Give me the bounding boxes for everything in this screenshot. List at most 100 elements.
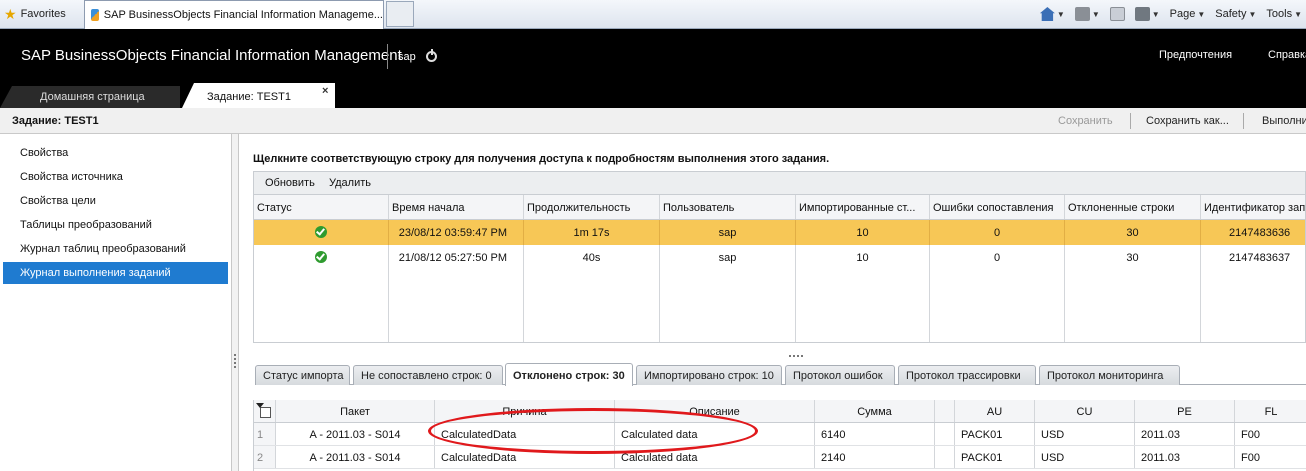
star-icon: ★ bbox=[4, 5, 17, 22]
au-cell: PACK01 bbox=[955, 423, 1035, 445]
app-title: SAP BusinessObjects Financial Informatio… bbox=[21, 47, 402, 64]
sidebar-item-mapping-log[interactable]: Журнал таблиц преобразований bbox=[3, 238, 228, 260]
home-button[interactable]: ▼ bbox=[1039, 7, 1065, 21]
fl-cell: F00 bbox=[1241, 452, 1260, 464]
feeds-button[interactable]: ▼ bbox=[1074, 7, 1100, 21]
rejected-rows-grid: Пакет Причина Описание Сумма AU CU PE FL… bbox=[253, 400, 1306, 471]
sidebar-item-properties[interactable]: Свойства bbox=[3, 142, 228, 164]
grid-column-filler bbox=[524, 270, 660, 342]
tab-trace-log[interactable]: Протокол трассировки bbox=[898, 365, 1036, 385]
sidebar-item-job-run-log[interactable]: Журнал выполнения заданий bbox=[3, 262, 228, 284]
logoff-icon[interactable] bbox=[426, 49, 437, 62]
grip-icon bbox=[234, 354, 236, 368]
table-row[interactable]: 23/08/12 03:59:47 PM 1m 17s sap 10 0 30 … bbox=[254, 220, 1305, 245]
success-icon bbox=[315, 251, 327, 264]
column-header-blank[interactable] bbox=[935, 400, 955, 422]
table-row[interactable]: 2 A - 2011.03 - S014 CalculatedData Calc… bbox=[254, 446, 1306, 469]
grid-column-filler bbox=[930, 270, 1065, 342]
column-header-fl[interactable]: FL bbox=[1235, 400, 1306, 422]
favorites-button[interactable]: ★ Favorites bbox=[0, 0, 84, 28]
tab-monitoring-log[interactable]: Протокол мониторинга bbox=[1039, 365, 1180, 385]
user-name: sap bbox=[398, 51, 416, 63]
detail-tabs: Статус импорта Не сопоставлено строк: 0 … bbox=[255, 363, 1306, 386]
start-time-cell: 21/08/12 05:27:50 PM bbox=[389, 245, 524, 270]
column-header-duration[interactable]: Продолжительность bbox=[524, 195, 660, 219]
preferences-link[interactable]: Предпочтения bbox=[1159, 49, 1232, 61]
tab-rejected-rows[interactable]: Отклонено строк: 30 bbox=[505, 363, 633, 386]
column-header-errors[interactable]: Ошибки сопоставления bbox=[930, 195, 1065, 219]
home-icon bbox=[1039, 7, 1055, 21]
column-header-au[interactable]: AU bbox=[955, 400, 1035, 422]
column-chooser-icon[interactable] bbox=[256, 403, 271, 418]
favorites-label: Favorites bbox=[20, 8, 66, 20]
sidebar-item-target-properties[interactable]: Свойства цели bbox=[3, 190, 228, 212]
chevron-down-icon: ▼ bbox=[1248, 9, 1257, 19]
column-header-start-time[interactable]: Время начала bbox=[389, 195, 524, 219]
save-button[interactable]: Сохранить bbox=[1058, 115, 1113, 127]
sidebar-item-mapping-tables[interactable]: Таблицы преобразований bbox=[3, 214, 228, 236]
run-history-grid: Статус Время начала Продолжительность По… bbox=[253, 195, 1306, 343]
success-icon bbox=[315, 226, 327, 239]
page-menu-label: Page bbox=[1169, 8, 1196, 20]
tab-import-status[interactable]: Статус импорта bbox=[255, 365, 350, 385]
column-header-cu[interactable]: CU bbox=[1035, 400, 1135, 422]
printer-icon bbox=[1134, 7, 1150, 21]
errors-cell: 0 bbox=[930, 220, 1065, 245]
page-title: Задание: TEST1 bbox=[12, 115, 99, 127]
row-number: 2 bbox=[254, 446, 276, 468]
grid-header-row: Пакет Причина Описание Сумма AU CU PE FL bbox=[254, 400, 1306, 423]
grid-column-filler bbox=[660, 270, 796, 342]
status-cell bbox=[254, 245, 389, 270]
grid-empty-area bbox=[254, 270, 1305, 342]
table-row[interactable]: 21/08/12 05:27:50 PM 40s sap 10 0 30 214… bbox=[254, 245, 1305, 270]
tools-menu[interactable]: Tools ▼ bbox=[1266, 8, 1302, 20]
help-link[interactable]: Справка bbox=[1268, 49, 1306, 61]
column-header-pe[interactable]: PE bbox=[1135, 400, 1235, 422]
grid-toolbar: Обновить Удалить bbox=[253, 171, 1306, 195]
browser-tab[interactable]: SAP BusinessObjects Financial Informatio… bbox=[84, 0, 384, 29]
column-header-description[interactable]: Описание bbox=[615, 400, 815, 422]
refresh-button[interactable]: Обновить bbox=[265, 177, 315, 189]
column-header-packet[interactable]: Пакет bbox=[276, 400, 435, 422]
safety-menu[interactable]: Safety ▼ bbox=[1215, 8, 1256, 20]
sap-favicon-icon bbox=[91, 9, 99, 21]
column-header-imported[interactable]: Импортированные ст... bbox=[796, 195, 930, 219]
reason-cell: CalculatedData bbox=[435, 446, 615, 468]
tab-imported-rows[interactable]: Импортировано строк: 10 bbox=[636, 365, 782, 385]
new-tab-button[interactable] bbox=[386, 1, 414, 27]
column-header-status[interactable]: Статус bbox=[254, 195, 389, 219]
run-button[interactable]: Выполнить bbox=[1262, 115, 1306, 127]
chevron-down-icon: ▼ bbox=[1056, 9, 1065, 19]
tab-task-test1[interactable]: Задание: TEST1 bbox=[182, 83, 335, 108]
column-header-rejected[interactable]: Отклоненные строки bbox=[1065, 195, 1201, 219]
blank-cell bbox=[935, 446, 955, 468]
sidebar-item-source-properties[interactable]: Свойства источника bbox=[3, 166, 228, 188]
column-header-reason[interactable]: Причина bbox=[435, 400, 615, 422]
column-header-id[interactable]: Идентификатор зап bbox=[1201, 195, 1305, 219]
fl-cell: F00 bbox=[1241, 429, 1260, 441]
grid-column-filler bbox=[796, 270, 930, 342]
horizontal-splitter[interactable] bbox=[789, 355, 803, 357]
toolbar-divider bbox=[1243, 113, 1244, 129]
header-divider bbox=[387, 44, 388, 69]
save-as-button[interactable]: Сохранить как... bbox=[1146, 115, 1229, 127]
column-header-amount[interactable]: Сумма bbox=[815, 400, 935, 422]
description-cell: Calculated data bbox=[615, 446, 815, 468]
column-header-user[interactable]: Пользователь bbox=[660, 195, 796, 219]
page-menu[interactable]: Page ▼ bbox=[1170, 8, 1206, 20]
tab-error-log[interactable]: Протокол ошибок bbox=[785, 365, 895, 385]
row-number: 1 bbox=[254, 423, 276, 445]
tab-home[interactable]: Домашняя страница bbox=[0, 86, 180, 108]
sidebar: Свойства Свойства источника Свойства цел… bbox=[0, 134, 232, 471]
table-row[interactable]: 1 A - 2011.03 - S014 CalculatedData Calc… bbox=[254, 423, 1306, 446]
vertical-splitter[interactable] bbox=[232, 134, 239, 471]
close-icon[interactable]: × bbox=[322, 85, 328, 97]
delete-button[interactable]: Удалить bbox=[329, 177, 371, 189]
print-button[interactable]: ▼ bbox=[1134, 7, 1160, 21]
mail-button[interactable] bbox=[1109, 7, 1125, 21]
id-cell: 2147483636 bbox=[1229, 227, 1291, 239]
rejected-cell: 30 bbox=[1065, 220, 1201, 245]
tab-unmapped-rows[interactable]: Не сопоставлено строк: 0 bbox=[353, 365, 503, 385]
duration-cell: 1m 17s bbox=[524, 220, 660, 245]
duration-cell: 40s bbox=[524, 245, 660, 270]
